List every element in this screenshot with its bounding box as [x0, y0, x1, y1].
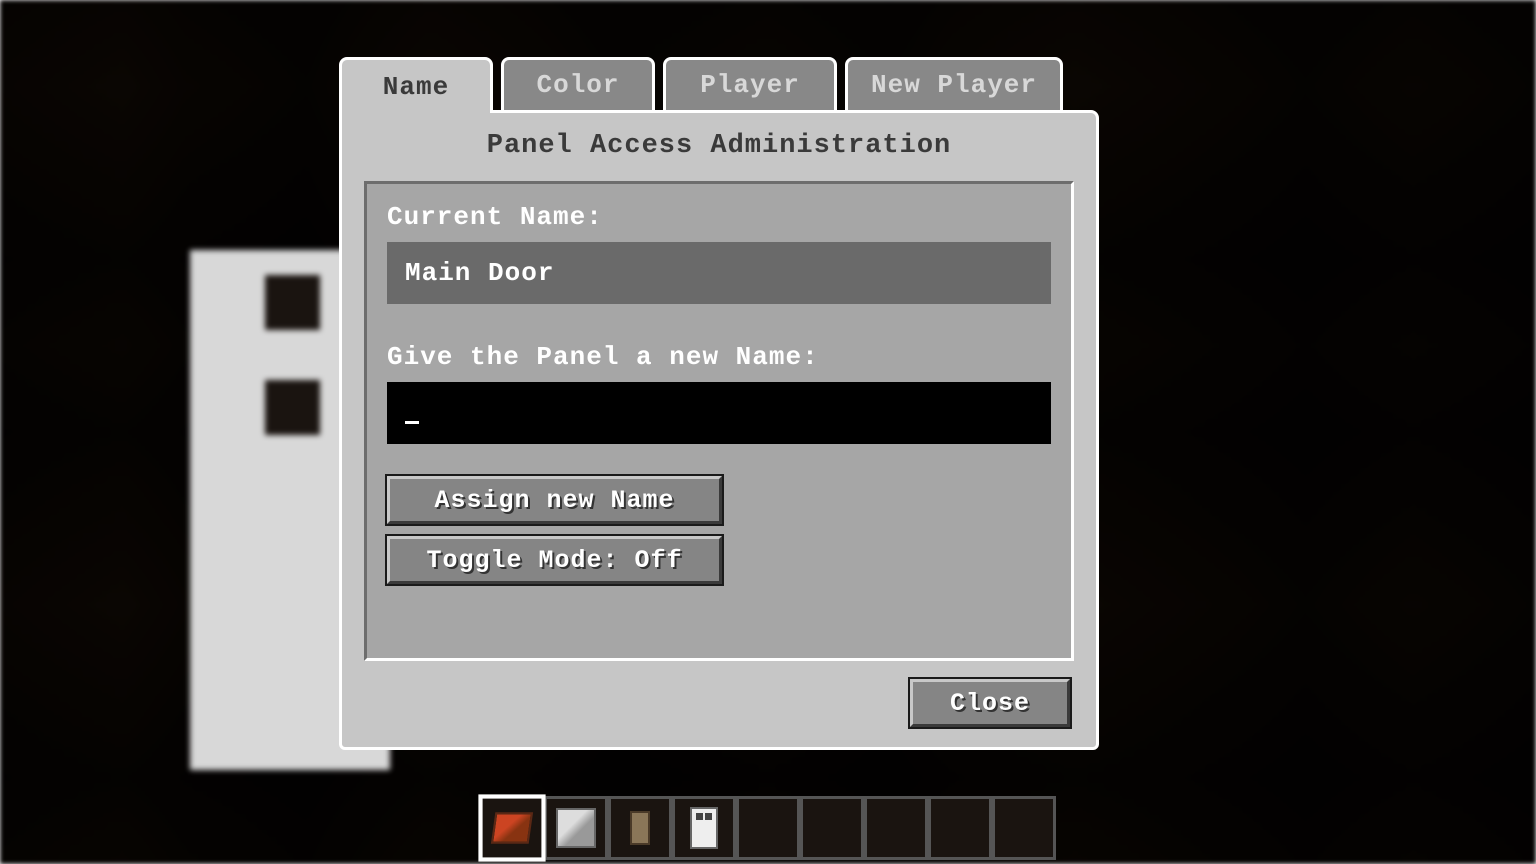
- assign-name-button[interactable]: Assign new Name: [387, 476, 722, 524]
- hotbar-slot-4[interactable]: [672, 796, 736, 860]
- panel-body: Current Name: Main Door Give the Panel a…: [364, 181, 1074, 661]
- hotbar-slot-6[interactable]: [800, 796, 864, 860]
- new-name-label: Give the Panel a new Name:: [387, 342, 1051, 372]
- tab-color[interactable]: Color: [501, 57, 655, 113]
- red-item-icon: [489, 805, 535, 851]
- close-button[interactable]: Close: [910, 679, 1070, 727]
- hotbar-slot-7[interactable]: [864, 796, 928, 860]
- hotbar-slot-3[interactable]: [608, 796, 672, 860]
- tab-bar: Name Color Player New Player: [339, 57, 1063, 113]
- hotbar: [480, 796, 1056, 864]
- tab-new-player[interactable]: New Player: [845, 57, 1063, 113]
- text-cursor: [405, 421, 419, 424]
- hotbar-slot-2[interactable]: [544, 796, 608, 860]
- tab-name[interactable]: Name: [339, 57, 493, 113]
- current-name-label: Current Name:: [387, 202, 1051, 232]
- new-name-input[interactable]: [387, 382, 1051, 444]
- cube-item-icon: [553, 805, 599, 851]
- current-name-value: Main Door: [387, 242, 1051, 304]
- panel-item-icon: [617, 805, 663, 851]
- admin-panel: Panel Access Administration Current Name…: [339, 110, 1099, 750]
- hotbar-slot-9[interactable]: [992, 796, 1056, 860]
- hotbar-slot-1[interactable]: [478, 794, 545, 861]
- hotbar-slot-8[interactable]: [928, 796, 992, 860]
- toggle-mode-button[interactable]: Toggle Mode: Off: [387, 536, 722, 584]
- hotbar-slot-5[interactable]: [736, 796, 800, 860]
- tab-player[interactable]: Player: [663, 57, 837, 113]
- door-item-icon: [681, 805, 727, 851]
- panel-title: Panel Access Administration: [364, 131, 1074, 161]
